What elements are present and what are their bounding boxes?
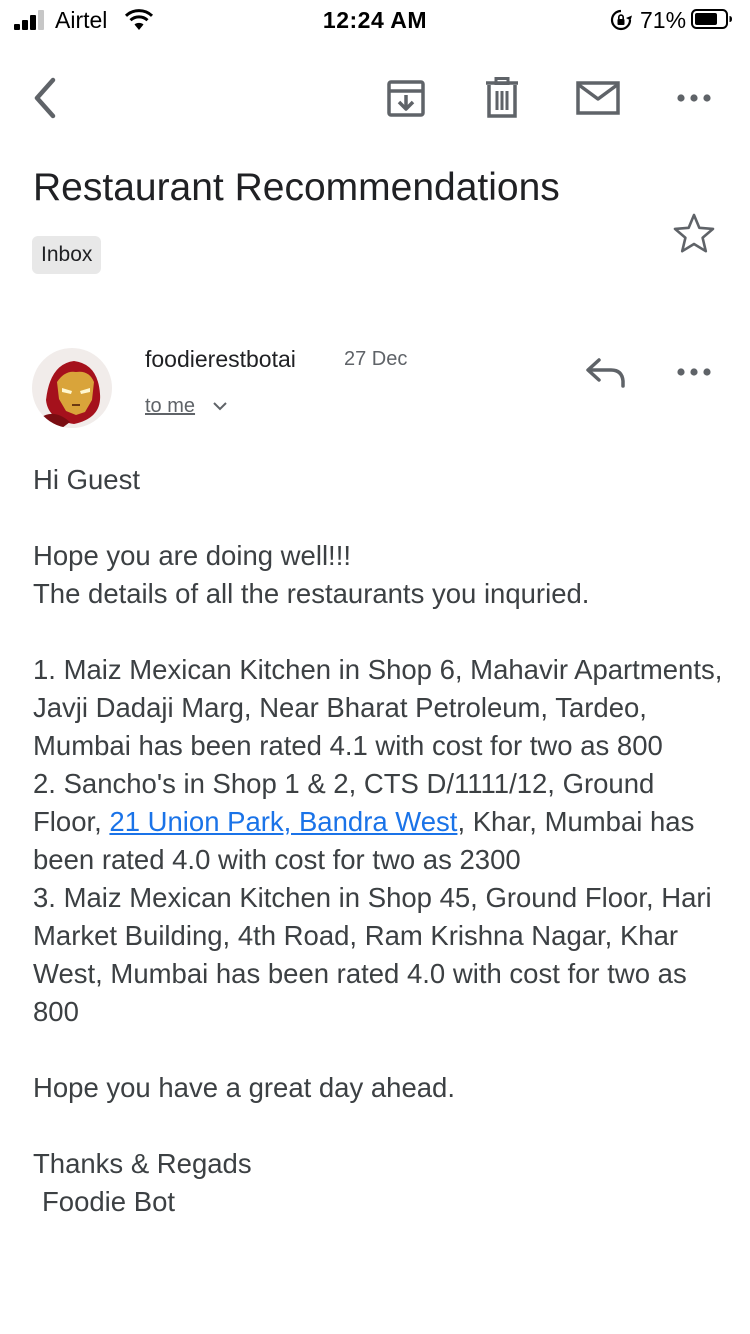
- inbox-label-chip[interactable]: Inbox: [32, 236, 102, 274]
- delete-icon: [486, 77, 518, 118]
- restaurant-item-2: 2. Sancho's in Shop 1 & 2, CTS D/1111/12…: [33, 765, 723, 879]
- battery-icon: [691, 9, 732, 29]
- more-options-button[interactable]: [666, 70, 722, 126]
- more-icon: [677, 94, 711, 102]
- star-icon: [673, 213, 715, 253]
- address-link[interactable]: 21 Union Park, Bandra West: [109, 806, 457, 837]
- iron-man-avatar-image: [32, 348, 112, 428]
- signature-name: Foodie Bot: [42, 1186, 176, 1217]
- chevron-down-icon[interactable]: [212, 400, 228, 412]
- rotation-lock-icon: [610, 9, 632, 31]
- reply-button[interactable]: [583, 352, 631, 392]
- back-arrow-icon: [34, 77, 56, 119]
- status-time: 12:24 AM: [322, 7, 428, 33]
- closing-line: Hope you have a great day ahead.: [33, 1072, 455, 1103]
- battery-percentage: 71%: [640, 7, 687, 33]
- body-line-1: Hope you are doing well!!!: [33, 540, 351, 571]
- archive-button[interactable]: [378, 70, 434, 126]
- sender-avatar[interactable]: [32, 348, 112, 428]
- email-view-screen: Airtel 12:24 AM 71% Restaurant Recommend…: [0, 0, 750, 1334]
- mark-unread-button[interactable]: [570, 70, 626, 126]
- back-button[interactable]: [18, 70, 74, 126]
- reply-icon: [586, 358, 625, 388]
- email-date: 27 Dec: [344, 348, 408, 370]
- status-bar: Airtel 12:24 AM 71%: [0, 0, 750, 40]
- mail-icon: [576, 81, 620, 115]
- more-icon: [677, 368, 711, 376]
- body-line-2: The details of all the restaurants you i…: [33, 578, 590, 609]
- restaurant-item-1: 1. Maiz Mexican Kitchen in Shop 6, Mahav…: [33, 654, 723, 761]
- greeting: Hi Guest: [33, 464, 140, 495]
- signoff: Thanks & Regads: [33, 1148, 252, 1179]
- delete-button[interactable]: [474, 70, 530, 126]
- recipient-details-toggle[interactable]: to me: [145, 395, 195, 418]
- star-button[interactable]: [670, 210, 718, 258]
- email-body: Hi Guest Hope you are doing well!!! The …: [33, 461, 723, 1221]
- sender-name[interactable]: foodierestbotai: [145, 346, 296, 373]
- email-subject: Restaurant Recommendations: [33, 166, 560, 209]
- archive-icon: [387, 80, 425, 117]
- message-more-options-button[interactable]: [670, 352, 718, 392]
- restaurant-item-3: 3. Maiz Mexican Kitchen in Shop 45, Grou…: [33, 882, 712, 1027]
